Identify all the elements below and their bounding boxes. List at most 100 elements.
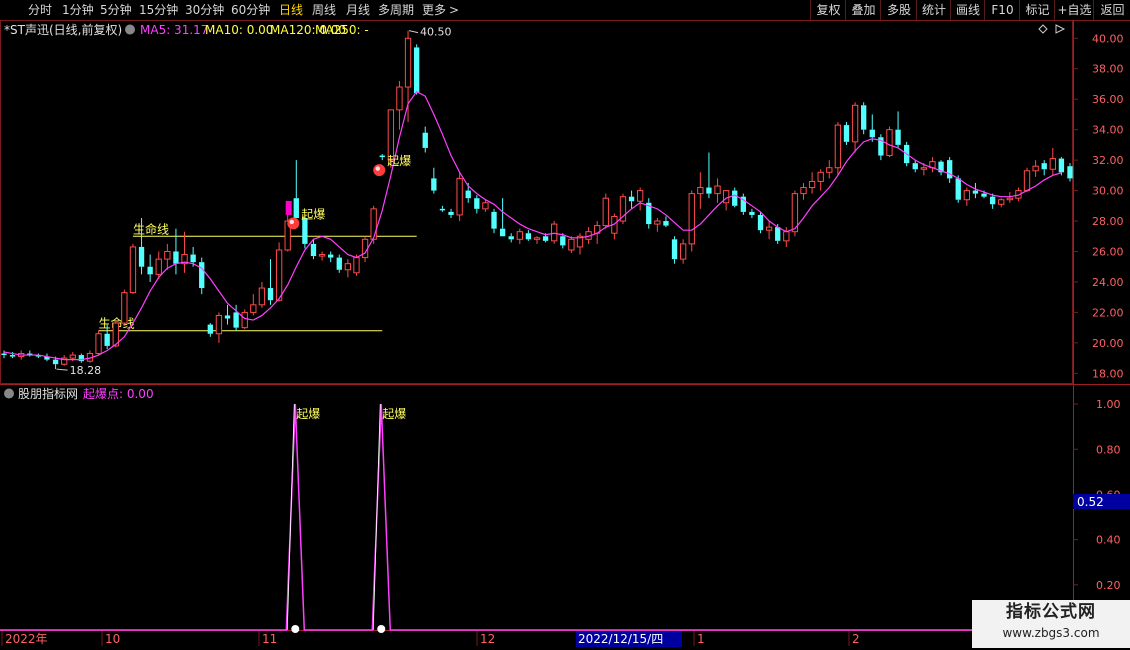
play-arrow-icon[interactable] [1055,24,1066,34]
button-tongji[interactable]: 统计 [916,0,951,20]
button-diejia[interactable]: 叠加 [845,0,881,20]
candle [757,211,764,234]
high-pointer [408,30,419,34]
tab-30min[interactable]: 30分钟 [185,2,224,18]
indicator-source: 股朋指标网 [18,386,78,401]
time-tick-label: 12 [480,632,495,646]
button-huaxian[interactable]: 画线 [950,0,985,20]
price-tick-label: 18.00 [1092,367,1124,380]
candle [318,251,326,261]
tab-week[interactable]: 周线 [312,2,336,18]
time-tick-label: 10 [105,632,120,646]
candle [732,187,738,208]
candle [714,178,721,203]
candle [173,228,179,275]
tab-multi[interactable]: 多周期 [378,2,414,18]
candle [551,221,558,244]
button-zixuan[interactable]: +自选 [1054,0,1094,20]
spike-highlight [286,404,295,631]
candle [275,242,283,302]
candle [749,208,755,218]
tab-5min[interactable]: 5分钟 [100,2,132,18]
candle [1023,167,1031,193]
candle [448,208,454,218]
candle [215,312,223,343]
candle [611,213,618,240]
candle [1006,192,1013,203]
candle [826,160,833,179]
candle [78,353,85,363]
signal-tag [285,200,292,215]
main-panel-frame [0,20,1073,384]
price-tick-label: 30.00 [1092,185,1124,198]
candle [628,190,635,209]
time-tick-label: 2022年 [5,632,48,646]
candle [181,231,188,273]
candle [861,102,867,135]
candle [525,230,532,241]
price-tick-label: 24.00 [1092,276,1124,289]
button-f10[interactable]: F10 [984,0,1020,20]
diamond-icon[interactable] [1038,24,1048,34]
burst-ball-icon [287,217,300,230]
burst-indicator-line [0,404,1072,631]
kline-chart[interactable]: *ST声迅(日线,前复权) MA5: 31.17 MA10: 0.00 MA12… [0,20,1130,650]
tab-15min[interactable]: 15分钟 [139,2,178,18]
candle [344,259,352,278]
candle [431,167,437,194]
candle [258,281,266,308]
candle [817,169,824,191]
candle [439,205,446,212]
candle [422,126,428,153]
settings-circle-icon[interactable] [125,24,135,35]
candle [671,236,678,264]
spike-dot-icon [377,625,386,633]
candle [456,172,463,222]
candle [938,160,944,176]
watermark-title: 指标公式网 [1006,602,1096,622]
button-fanhui[interactable]: 返回 [1093,0,1130,20]
tab-60min[interactable]: 60分钟 [231,2,270,18]
more-chevron-icon[interactable]: > [449,2,459,18]
tab-1min[interactable]: 1分钟 [62,2,94,18]
tab-month[interactable]: 月线 [346,2,370,18]
candle [121,289,128,325]
tab-day[interactable]: 日线 [279,2,303,18]
spike-highlight [372,404,381,631]
time-tick-label: 1 [697,632,705,646]
tab-more[interactable]: 更多 [422,2,446,18]
time-tick-label: 11 [262,632,277,646]
button-duogu[interactable]: 多股 [880,0,917,20]
indicator-tick-label: 1.00 [1096,398,1121,411]
price-tick-label: 34.00 [1092,124,1124,137]
candle [946,157,953,183]
lifelines: 生命线生命线 [98,221,417,332]
candle [482,199,489,212]
candle [516,228,523,244]
indicator-settings-icon[interactable] [4,388,14,399]
burst-label: 起爆 [301,207,325,221]
price-tick-label: 32.00 [1092,154,1124,167]
candle [164,243,171,270]
candle [1049,147,1056,176]
candle [1041,160,1047,176]
candle [499,198,506,237]
button-biaoji[interactable]: 标记 [1019,0,1055,20]
candle [963,187,971,206]
candle [688,190,695,252]
tab-fenshi[interactable]: 分时 [28,2,52,18]
candle [843,122,850,145]
candle [1,350,7,359]
watermark: 指标公式网 www.zbgs3.com [972,600,1130,648]
candle [576,233,584,255]
button-fuquan[interactable]: 复权 [810,0,846,20]
low-price-label: 18.28 [70,364,102,377]
indicator-value: 起爆点: 0.00 [83,387,154,401]
candle [636,187,644,211]
time-axis: 2022年 10 11 12 1 2 [1,631,860,646]
candle [491,208,497,234]
lifeline-label: 生命线 [133,221,169,236]
candle [697,172,704,209]
candle [250,294,257,316]
candle [740,193,746,215]
